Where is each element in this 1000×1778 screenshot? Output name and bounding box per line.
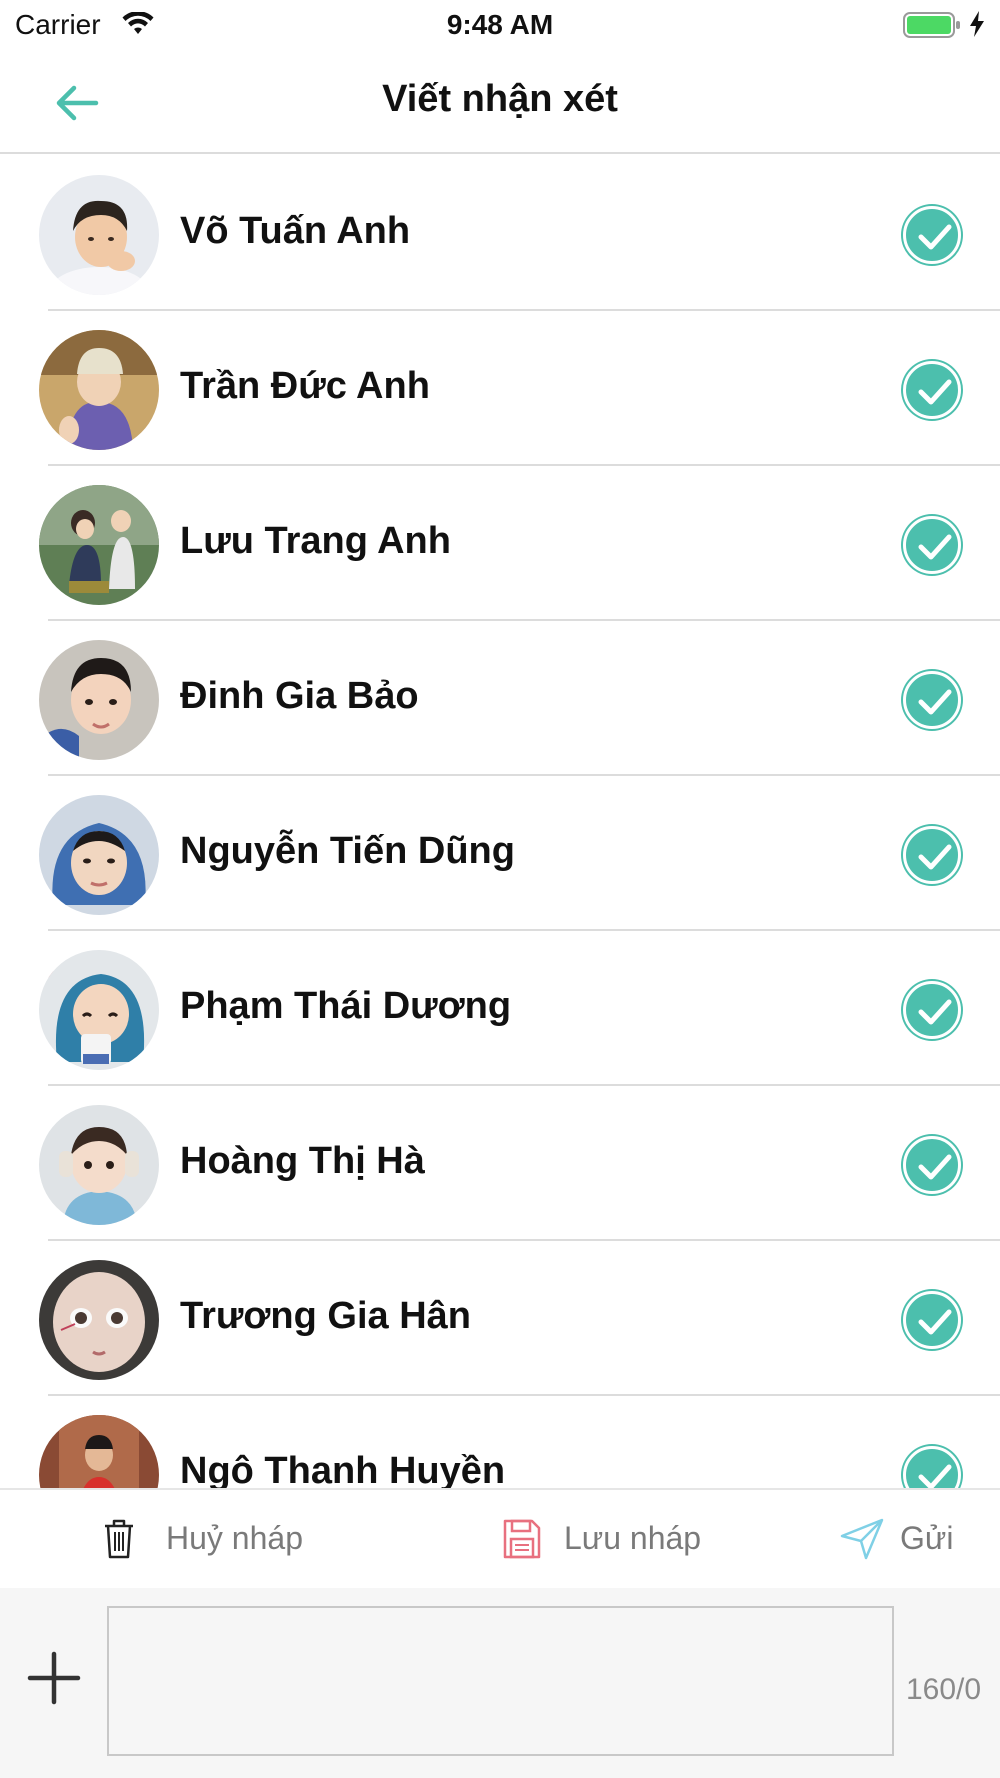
check-circle-icon[interactable] <box>903 1136 961 1194</box>
cancel-draft-label: Huỷ nháp <box>166 1520 303 1556</box>
check-circle-icon[interactable] <box>903 981 961 1039</box>
avatar <box>39 485 159 605</box>
avatar <box>39 1105 159 1225</box>
check-circle-icon[interactable] <box>903 361 961 419</box>
avatar <box>39 795 159 915</box>
status-bar: Carrier 9:48 AM <box>0 0 1000 50</box>
avatar <box>39 330 159 450</box>
status-time: 9:48 AM <box>446 9 554 40</box>
plus-icon[interactable] <box>26 1650 82 1706</box>
paper-plane-icon <box>840 1518 884 1560</box>
student-name: Nguyễn Tiến Dũng <box>180 830 515 872</box>
avatar <box>39 950 159 1070</box>
check-circle-icon[interactable] <box>903 671 961 729</box>
send-label: Gửi <box>900 1520 954 1556</box>
student-name: Lưu Trang Anh <box>180 520 451 562</box>
student-name: Đinh Gia Bảo <box>180 675 419 717</box>
charging-bolt-icon <box>970 11 984 37</box>
save-draft-label: Lưu nháp <box>564 1520 702 1556</box>
student-name: Trần Đức Anh <box>180 365 430 407</box>
list-item[interactable]: Võ Tuấn Anh <box>0 156 1000 311</box>
student-name: Võ Tuấn Anh <box>180 210 411 252</box>
comment-input[interactable] <box>107 1606 894 1756</box>
check-circle-icon[interactable] <box>903 826 961 884</box>
avatar <box>39 1260 159 1380</box>
send-button[interactable]: Gửi <box>836 1490 986 1590</box>
character-counter: 160/0 <box>906 1673 982 1706</box>
avatar <box>39 175 159 295</box>
navigation-bar: Viết nhận xét <box>0 50 1000 154</box>
list-item[interactable]: Nguyễn Tiến Dũng <box>0 776 1000 931</box>
student-list[interactable]: Võ Tuấn Anh Trần Đức Anh Lưu Trang Anh Đ… <box>0 156 1000 1488</box>
list-item[interactable]: Hoàng Thị Hà <box>0 1086 1000 1241</box>
student-name: Ngô Thanh Huyền <box>180 1450 506 1488</box>
list-item[interactable]: Lưu Trang Anh <box>0 466 1000 621</box>
save-draft-button[interactable]: Lưu nháp <box>496 1490 736 1590</box>
page-title: Viết nhận xét <box>382 78 618 120</box>
cancel-draft-button[interactable]: Huỷ nháp <box>96 1490 346 1590</box>
trash-icon <box>105 1519 133 1559</box>
list-item[interactable]: Phạm Thái Dương <box>0 931 1000 1086</box>
avatar <box>39 640 159 760</box>
check-circle-icon[interactable] <box>903 516 961 574</box>
student-name: Phạm Thái Dương <box>180 985 512 1027</box>
compose-area: 160/0 <box>0 1588 1000 1778</box>
check-circle-icon[interactable] <box>903 1446 961 1488</box>
student-name: Hoàng Thị Hà <box>180 1140 425 1182</box>
list-item[interactable]: Đinh Gia Bảo <box>0 621 1000 776</box>
list-item[interactable]: Ngô Thanh Huyền <box>0 1396 1000 1488</box>
avatar <box>39 1415 159 1488</box>
check-circle-icon[interactable] <box>903 206 961 264</box>
check-circle-icon[interactable] <box>903 1291 961 1349</box>
action-bar: Huỷ nháp Lưu nháp Gửi <box>0 1488 1000 1588</box>
student-name: Trương Gia Hân <box>180 1295 472 1337</box>
battery-icon <box>903 12 960 38</box>
list-item[interactable]: Trương Gia Hân <box>0 1241 1000 1396</box>
floppy-disk-icon <box>503 1519 541 1559</box>
list-item[interactable]: Trần Đức Anh <box>0 311 1000 466</box>
